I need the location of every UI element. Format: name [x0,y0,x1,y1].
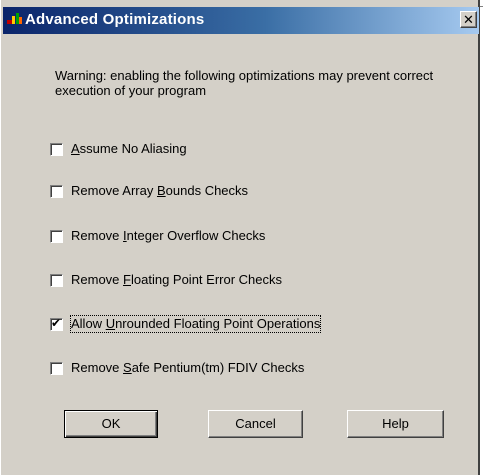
check-icon: ✔ [51,315,62,330]
close-button[interactable]: ✕ [460,11,477,28]
window-title: Advanced Optimizations [25,11,205,28]
checkbox-remove-safe-pentium-fdiv-checks[interactable] [50,361,63,375]
checkbox-remove-array-bounds-checks[interactable] [50,184,63,198]
label-assume-no-aliasing: Assume No Aliasing [71,141,187,156]
checkbox-remove-floating-point-error-checks[interactable] [50,273,63,287]
label-allow-unrounded-floating-point-operations: Allow Unrounded Floating Point Operation… [69,315,322,333]
label-remove-safe-pentium-fdiv-checks: Remove Safe Pentium(tm) FDIV Checks [71,360,305,375]
ok-button[interactable]: OK [64,410,158,438]
option-remove-safe-pentium-fdiv-checks[interactable]: Remove Safe Pentium(tm) FDIV Checks [50,359,304,377]
option-remove-floating-point-error-checks[interactable]: Remove Floating Point Error Checks [50,271,282,289]
warning-text: Warning: enabling the following optimiza… [55,68,434,98]
cancel-button[interactable]: Cancel [208,410,303,438]
checkbox-assume-no-aliasing[interactable] [50,142,63,156]
close-icon: ✕ [463,12,474,27]
checkbox-allow-unrounded-floating-point-operations[interactable]: ✔ [50,315,63,331]
option-remove-array-bounds-checks[interactable]: Remove Array Bounds Checks [50,182,248,200]
option-allow-unrounded-floating-point-operations[interactable]: ✔ Allow Unrounded Floating Point Operati… [50,315,322,333]
help-button[interactable]: Help [347,410,444,438]
checkbox-remove-integer-overflow-checks[interactable] [50,229,63,243]
label-remove-floating-point-error-checks: Remove Floating Point Error Checks [71,272,282,287]
label-remove-integer-overflow-checks: Remove Integer Overflow Checks [71,228,266,243]
label-remove-array-bounds-checks: Remove Array Bounds Checks [71,183,249,198]
option-remove-integer-overflow-checks[interactable]: Remove Integer Overflow Checks [50,227,265,245]
option-assume-no-aliasing[interactable]: Assume No Aliasing [50,140,187,158]
advanced-optimizations-dialog: Advanced Optimizations ✕ Warning: enabli… [0,0,480,475]
app-icon [7,13,22,24]
title-bar[interactable]: Advanced Optimizations ✕ [3,7,479,34]
